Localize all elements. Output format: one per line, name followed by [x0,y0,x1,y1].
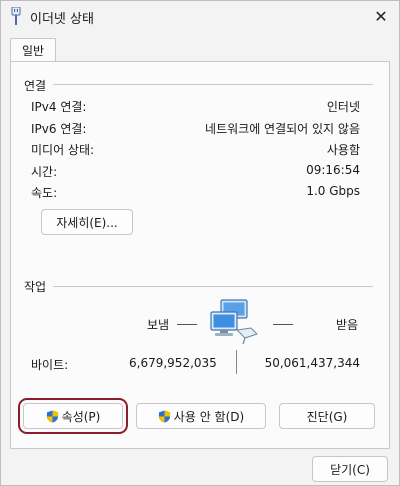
bytes-sent-value: 6,679,952,035 [129,356,217,370]
media-state-label: 미디어 상태: [31,143,95,157]
speed-value: 1.0 Gbps [306,184,360,198]
properties-label: 속성(P) [61,409,101,424]
details-button[interactable]: 자세히(E)... [41,209,133,235]
media-state-value: 사용함 [326,143,360,157]
disable-button[interactable]: 사용 안 함(D) [136,403,266,429]
uac-shield-icon [158,409,170,423]
connection-divider [53,84,373,85]
general-panel: 연결 IPv4 연결: 인터넷 IPv6 연결: 네트워크에 연결되어 있지 않… [10,61,390,449]
activity-divider [53,286,373,287]
network-computers-icon [210,299,258,345]
received-dash [273,324,293,325]
connection-group-title: 연결 [24,79,47,93]
sent-dash [177,324,197,325]
ethernet-plug-icon [11,7,21,25]
tab-strip: 일반 [10,38,390,62]
uac-shield-icon [46,409,58,423]
ethernet-status-dialog: 이더넷 상태 ✕ 일반 연결 IPv4 연결: 인터넷 IPv6 연결: 네트워… [0,0,400,486]
disable-label: 사용 안 함(D) [173,409,245,424]
bytes-received-value: 50,061,437,344 [264,356,360,370]
sent-label: 보냄 [147,318,170,332]
ipv6-value: 네트워크에 연결되어 있지 않음 [205,122,360,136]
properties-button[interactable]: 속성(P) [18,398,128,434]
close-button[interactable]: 닫기(C) [312,456,388,482]
duration-value: 09:16:54 [306,163,360,177]
ipv4-value: 인터넷 [326,100,360,114]
bytes-separator [236,350,237,374]
ipv6-label: IPv6 연결: [31,122,87,136]
ipv4-label: IPv4 연결: [31,100,87,114]
activity-group-title: 작업 [24,280,47,294]
bytes-label: 바이트: [31,358,69,372]
title-bar: 이더넷 상태 ✕ [1,1,399,31]
close-icon[interactable]: ✕ [363,1,399,31]
diagnose-button[interactable]: 진단(G) [279,403,375,429]
tab-general[interactable]: 일반 [10,38,56,62]
speed-label: 속도: [31,186,58,200]
duration-label: 시간: [31,165,58,179]
window-title: 이더넷 상태 [30,12,94,27]
received-label: 받음 [336,318,359,332]
